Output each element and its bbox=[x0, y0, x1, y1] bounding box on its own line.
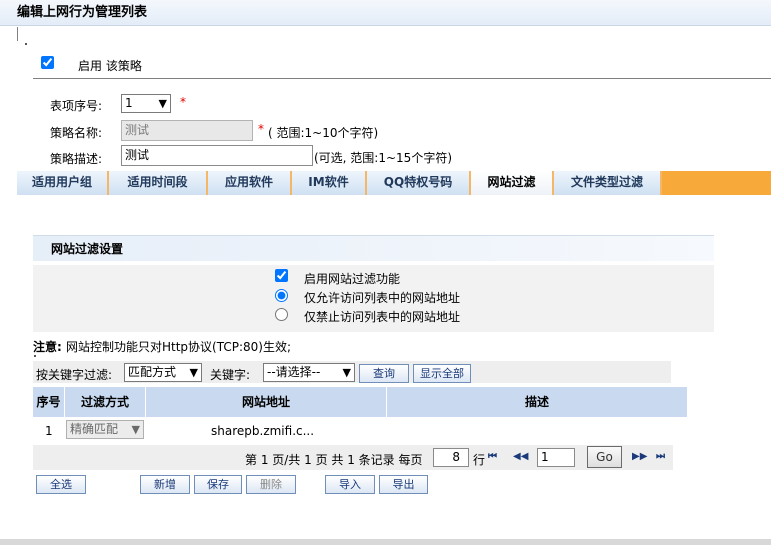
header-desc: 描述 bbox=[524, 395, 549, 409]
tab-bar: 适用用户组 适用时间段 应用软件 IM软件 QQ特权号码 网站过滤 文件类型过滤 bbox=[17, 171, 771, 195]
query-button[interactable]: 查询 bbox=[359, 364, 409, 383]
note-label: 注意: bbox=[33, 340, 62, 354]
enable-policy-label: 启用 该策略 bbox=[78, 59, 142, 73]
keyword-select[interactable]: --请选择-- ▼ bbox=[263, 363, 355, 382]
save-button[interactable]: 保存 bbox=[194, 475, 242, 494]
tab-app-software[interactable]: 应用软件 bbox=[208, 171, 292, 195]
go-button[interactable]: Go bbox=[587, 446, 622, 468]
index-select-value: 1 bbox=[125, 96, 133, 110]
header-url: 网站地址 bbox=[146, 387, 387, 417]
section-title: 网站过滤设置 bbox=[33, 235, 714, 261]
enable-filter-checkbox[interactable] bbox=[275, 269, 288, 282]
add-button[interactable]: 新增 bbox=[140, 475, 190, 494]
divider bbox=[33, 78, 771, 79]
chevron-down-icon: ▼ bbox=[131, 423, 140, 436]
first-page-icon[interactable]: ⏮ bbox=[488, 451, 497, 462]
row-mode-select[interactable]: 精确匹配 ▼ bbox=[66, 420, 144, 439]
select-all-button[interactable]: 全选 bbox=[36, 475, 86, 494]
allow-list-radio[interactable] bbox=[275, 289, 288, 302]
tab-file-type-filter[interactable]: 文件类型过滤 bbox=[554, 171, 662, 195]
page-input[interactable]: 1 bbox=[537, 448, 575, 467]
export-button[interactable]: 导出 bbox=[379, 475, 428, 494]
allow-list-label: 仅允许访问列表中的网站地址 bbox=[304, 291, 461, 305]
bottom-scroll-strip bbox=[0, 539, 771, 545]
chevron-down-icon: ▼ bbox=[158, 97, 167, 110]
tab-user-group[interactable]: 适用用户组 bbox=[17, 171, 109, 195]
page-title: 编辑上网行为管理列表 bbox=[0, 0, 771, 26]
name-label: 策略名称: bbox=[50, 126, 103, 140]
index-label: 表项序号: bbox=[50, 99, 103, 113]
enable-filter-label: 启用网站过滤功能 bbox=[304, 272, 401, 286]
header-index: 序号 bbox=[33, 387, 65, 417]
rows-unit-label: 行 bbox=[473, 453, 486, 467]
row-url: sharepb.zmifi.c... bbox=[211, 424, 315, 438]
import-button[interactable]: 导入 bbox=[325, 475, 375, 494]
show-all-button[interactable]: 显示全部 bbox=[413, 364, 471, 383]
deny-list-radio[interactable] bbox=[275, 308, 288, 321]
row-mode-value: 精确匹配 bbox=[70, 422, 119, 436]
name-required-mark: * bbox=[258, 122, 264, 136]
keyword-label: 关键字: bbox=[210, 368, 251, 382]
chevron-down-icon: ▼ bbox=[189, 366, 198, 379]
tab-qq-privilege[interactable]: QQ特权号码 bbox=[367, 171, 471, 195]
desc-label: 策略描述: bbox=[50, 152, 103, 166]
row-index: 1 bbox=[45, 424, 53, 438]
header-mode: 过滤方式 bbox=[65, 387, 146, 417]
match-mode-value: 匹配方式 bbox=[128, 365, 177, 379]
cursor-mark bbox=[17, 27, 18, 41]
small-mark bbox=[34, 355, 36, 357]
pager-summary: 第 1 页/共 1 页 共 1 条记录 每页 bbox=[245, 453, 423, 467]
name-input[interactable]: 测试 bbox=[121, 120, 253, 141]
next-page-icon[interactable]: ▶▶ bbox=[632, 451, 647, 462]
desc-hint: (可选, 范围:1~15个字符) bbox=[314, 151, 452, 165]
index-select[interactable]: 1 ▼ bbox=[121, 94, 171, 113]
chevron-down-icon: ▼ bbox=[342, 366, 351, 379]
note-text: 网站控制功能只对Http协议(TCP:80)生效; bbox=[66, 340, 292, 354]
tab-im-software[interactable]: IM软件 bbox=[292, 171, 367, 195]
required-mark: * bbox=[180, 95, 186, 109]
small-mark bbox=[25, 43, 27, 45]
tab-website-filter[interactable]: 网站过滤 bbox=[471, 171, 554, 195]
table-row: 1 精确匹配 ▼ sharepb.zmifi.c... bbox=[33, 417, 687, 445]
per-page-input[interactable]: 8 bbox=[433, 448, 469, 467]
name-hint: ( 范围:1~10个字符) bbox=[268, 126, 379, 140]
tab-time-period[interactable]: 适用时间段 bbox=[109, 171, 208, 195]
enable-policy-checkbox[interactable] bbox=[41, 56, 54, 69]
desc-input[interactable]: 测试 bbox=[121, 145, 313, 166]
deny-list-label: 仅禁止访问列表中的网站地址 bbox=[304, 310, 461, 324]
keyword-select-value: --请选择-- bbox=[267, 365, 321, 379]
match-mode-select[interactable]: 匹配方式 ▼ bbox=[124, 363, 202, 382]
delete-button[interactable]: 删除 bbox=[246, 475, 296, 494]
last-page-icon[interactable]: ⏭ bbox=[656, 451, 665, 462]
table-header: 序号 过滤方式 网站地址 描述 bbox=[33, 387, 687, 417]
keyword-filter-label: 按关键字过滤: bbox=[36, 368, 113, 382]
prev-page-icon[interactable]: ◀◀ bbox=[513, 451, 528, 462]
